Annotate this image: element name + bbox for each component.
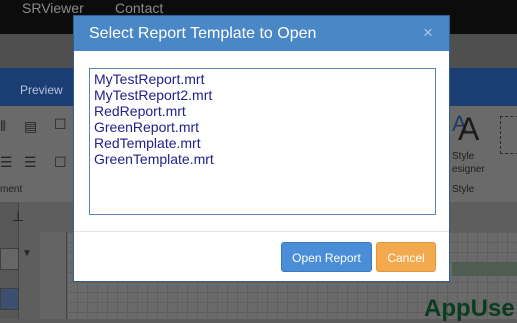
list-item[interactable]: MyTestReport2.mrt bbox=[94, 87, 435, 103]
style-designer-icon[interactable]: A bbox=[458, 111, 479, 148]
list-item[interactable]: GreenReport.mrt bbox=[94, 119, 435, 135]
ribbon-group-label-left: ment bbox=[0, 184, 23, 195]
style-placeholder[interactable] bbox=[500, 116, 517, 154]
align-justify-icon[interactable]: ☰ bbox=[24, 154, 37, 171]
checkbox-icon-2[interactable]: ☐ bbox=[54, 154, 67, 171]
bars-icon[interactable]: ⦀ bbox=[0, 118, 6, 135]
template-list[interactable]: MyTestReport.mrt MyTestReport2.mrt RedRe… bbox=[89, 68, 436, 215]
style-label: Style bbox=[452, 151, 475, 162]
open-report-button[interactable]: Open Report bbox=[281, 242, 372, 272]
format-painter-icon[interactable]: ▤ bbox=[24, 118, 37, 135]
list-item[interactable]: GreenTemplate.mrt bbox=[94, 151, 435, 167]
pin-icon[interactable]: ⊥ bbox=[12, 208, 24, 225]
checkbox-icon[interactable]: ☐ bbox=[54, 116, 67, 133]
align-left-icon[interactable]: ☰ bbox=[0, 154, 13, 171]
dialog-header: Select Report Template to Open × bbox=[74, 16, 449, 51]
left-panel-item-selected[interactable] bbox=[0, 288, 19, 310]
tab-preview[interactable]: Preview bbox=[20, 83, 63, 97]
close-icon[interactable]: × bbox=[423, 23, 433, 43]
list-item[interactable]: RedReport.mrt bbox=[94, 103, 435, 119]
designer-label: esigner bbox=[452, 164, 485, 175]
dialog-footer-divider bbox=[74, 231, 449, 232]
nav-link-contact[interactable]: Contact bbox=[115, 0, 163, 16]
left-panel-item[interactable] bbox=[0, 248, 19, 270]
ribbon-group-label-style: Style bbox=[452, 184, 475, 195]
band-header bbox=[452, 262, 517, 276]
list-item[interactable]: MyTestReport.mrt bbox=[94, 71, 435, 87]
nav-link-srviewer[interactable]: SRViewer bbox=[22, 0, 84, 16]
cancel-button[interactable]: Cancel bbox=[376, 242, 436, 272]
select-template-dialog: Select Report Template to Open × MyTestR… bbox=[73, 15, 450, 282]
list-item[interactable]: RedTemplate.mrt bbox=[94, 135, 435, 151]
vertical-ruler bbox=[40, 232, 67, 319]
dropdown-arrow-icon[interactable]: ▼ bbox=[22, 248, 32, 259]
dialog-title: Select Report Template to Open bbox=[89, 25, 317, 42]
